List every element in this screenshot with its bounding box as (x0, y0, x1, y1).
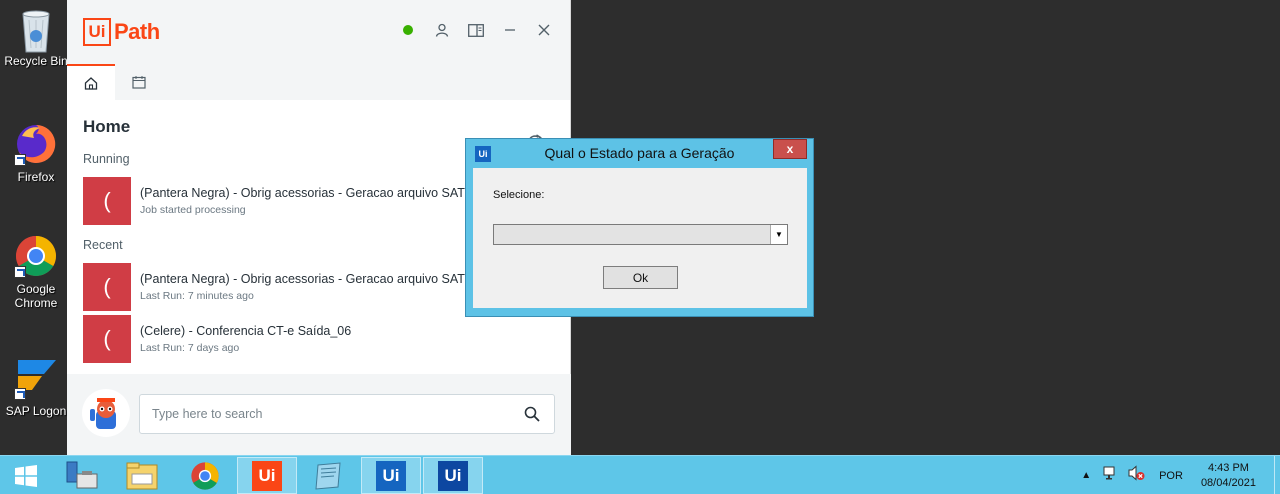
robot-avatar-icon[interactable] (82, 389, 130, 437)
taskbar-server-manager[interactable] (52, 457, 112, 494)
firefox-icon (14, 122, 58, 166)
process-name: (Pantera Negra) - Obrig acessorias - Ger… (140, 186, 469, 200)
ok-button[interactable]: Ok (603, 266, 678, 289)
windows-logo-icon (15, 464, 37, 487)
taskbar-chrome[interactable] (175, 457, 235, 494)
taskbar-file-explorer[interactable] (112, 457, 172, 494)
user-icon[interactable] (434, 22, 450, 38)
shortcut-arrow-icon (14, 266, 26, 278)
firefox-label: Firefox (17, 170, 55, 184)
assistant-footer (67, 374, 571, 455)
folder-icon (126, 462, 158, 489)
process-last-run: Last Run: 7 days ago (140, 342, 240, 354)
sap-logon-label: SAP Logon (5, 404, 67, 418)
recent-job-item[interactable]: ( (Celere) - Conferencia CT-e Saída_06 L… (83, 314, 554, 364)
home-icon (84, 77, 98, 90)
logo-path-text: Path (114, 19, 160, 44)
start-button[interactable] (0, 456, 52, 494)
show-desktop-button[interactable] (1274, 456, 1280, 494)
sap-logon-icon (14, 356, 58, 400)
process-name: (Pantera Negra) - Obrig acessorias - Ger… (140, 272, 469, 286)
state-combobox[interactable]: ▼ (493, 224, 788, 245)
uipath-studio-icon: Ui (252, 460, 282, 491)
desktop-icon-sap-logon[interactable]: SAP Logon (0, 356, 72, 418)
dialog-title-bar[interactable]: Ui Qual o Estado para a Geração x (466, 139, 813, 167)
minimize-icon[interactable] (502, 22, 518, 38)
panel-layout-icon[interactable] (468, 22, 484, 38)
tab-home[interactable] (67, 64, 115, 100)
clock[interactable]: 4:43 PM 08/04/2021 (1201, 461, 1256, 491)
clock-date: 08/04/2021 (1200, 476, 1256, 489)
taskbar: Ui Ui Ui ▲ POR 4:43 PM 08/04/2021 (0, 455, 1280, 494)
search-input[interactable] (140, 395, 500, 433)
calendar-icon (132, 76, 146, 89)
process-thumbnail: ( (83, 315, 131, 363)
network-icon[interactable] (1103, 466, 1119, 485)
chrome-icon (191, 461, 219, 490)
system-tray: ▲ POR 4:43 PM 08/04/2021 (1081, 456, 1280, 494)
process-thumbnail: ( (83, 177, 131, 225)
process-last-run: Last Run: 7 minutes ago (140, 290, 254, 302)
dropdown-arrow-icon[interactable]: ▼ (770, 225, 787, 244)
process-thumbnail: ( (83, 263, 131, 311)
close-icon[interactable] (536, 22, 552, 38)
uipath-robot-icon: Ui (438, 460, 468, 491)
notepad-icon (315, 461, 341, 490)
desktop-icon-chrome[interactable]: Google Chrome (0, 234, 72, 310)
shortcut-arrow-icon (14, 388, 26, 400)
taskbar-notepad[interactable] (298, 457, 358, 494)
connection-status-icon[interactable] (400, 22, 416, 38)
uipath-logo: Ui Path (83, 18, 160, 46)
volume-muted-icon[interactable] (1127, 465, 1145, 486)
desktop-icon-recycle-bin[interactable]: Recycle Bin (0, 6, 72, 68)
clock-time: 4:43 PM (1207, 461, 1249, 474)
server-manager-icon (66, 461, 98, 488)
assistant-tabs (67, 64, 570, 100)
search-box (139, 394, 555, 434)
desktop-icon-firefox[interactable]: Firefox (0, 122, 72, 184)
chrome-label: Google Chrome (14, 282, 58, 310)
tab-calendar[interactable] (115, 64, 163, 100)
process-status: Job started processing (140, 204, 246, 216)
taskbar-uipath-studio[interactable]: Ui (237, 457, 297, 494)
dialog-close-button[interactable]: x (773, 139, 807, 159)
dialog-title: Qual o Estado para a Geração (544, 145, 735, 161)
taskbar-uipath-robot[interactable]: Ui (423, 457, 483, 494)
input-language[interactable]: POR (1159, 470, 1183, 482)
show-hidden-icons-icon[interactable]: ▲ (1081, 470, 1091, 481)
shortcut-arrow-icon (14, 154, 26, 166)
select-label: Selecione: (493, 189, 545, 201)
chrome-icon (14, 234, 58, 278)
taskbar-uipath-assistant[interactable]: Ui (361, 457, 421, 494)
recycle-bin-label: Recycle Bin (4, 54, 68, 68)
logo-ui-box: Ui (83, 18, 111, 46)
dialog-client-area: Selecione: ▼ Ok (473, 168, 807, 308)
page-title: Home (83, 117, 131, 136)
recycle-bin-icon (14, 6, 58, 53)
search-icon[interactable] (524, 406, 540, 427)
assistant-header: Ui Path (67, 0, 570, 64)
uipath-assistant-icon: Ui (376, 460, 406, 491)
process-name: (Celere) - Conferencia CT-e Saída_06 (140, 324, 352, 338)
state-selection-dialog: Ui Qual o Estado para a Geração x Seleci… (465, 138, 814, 317)
